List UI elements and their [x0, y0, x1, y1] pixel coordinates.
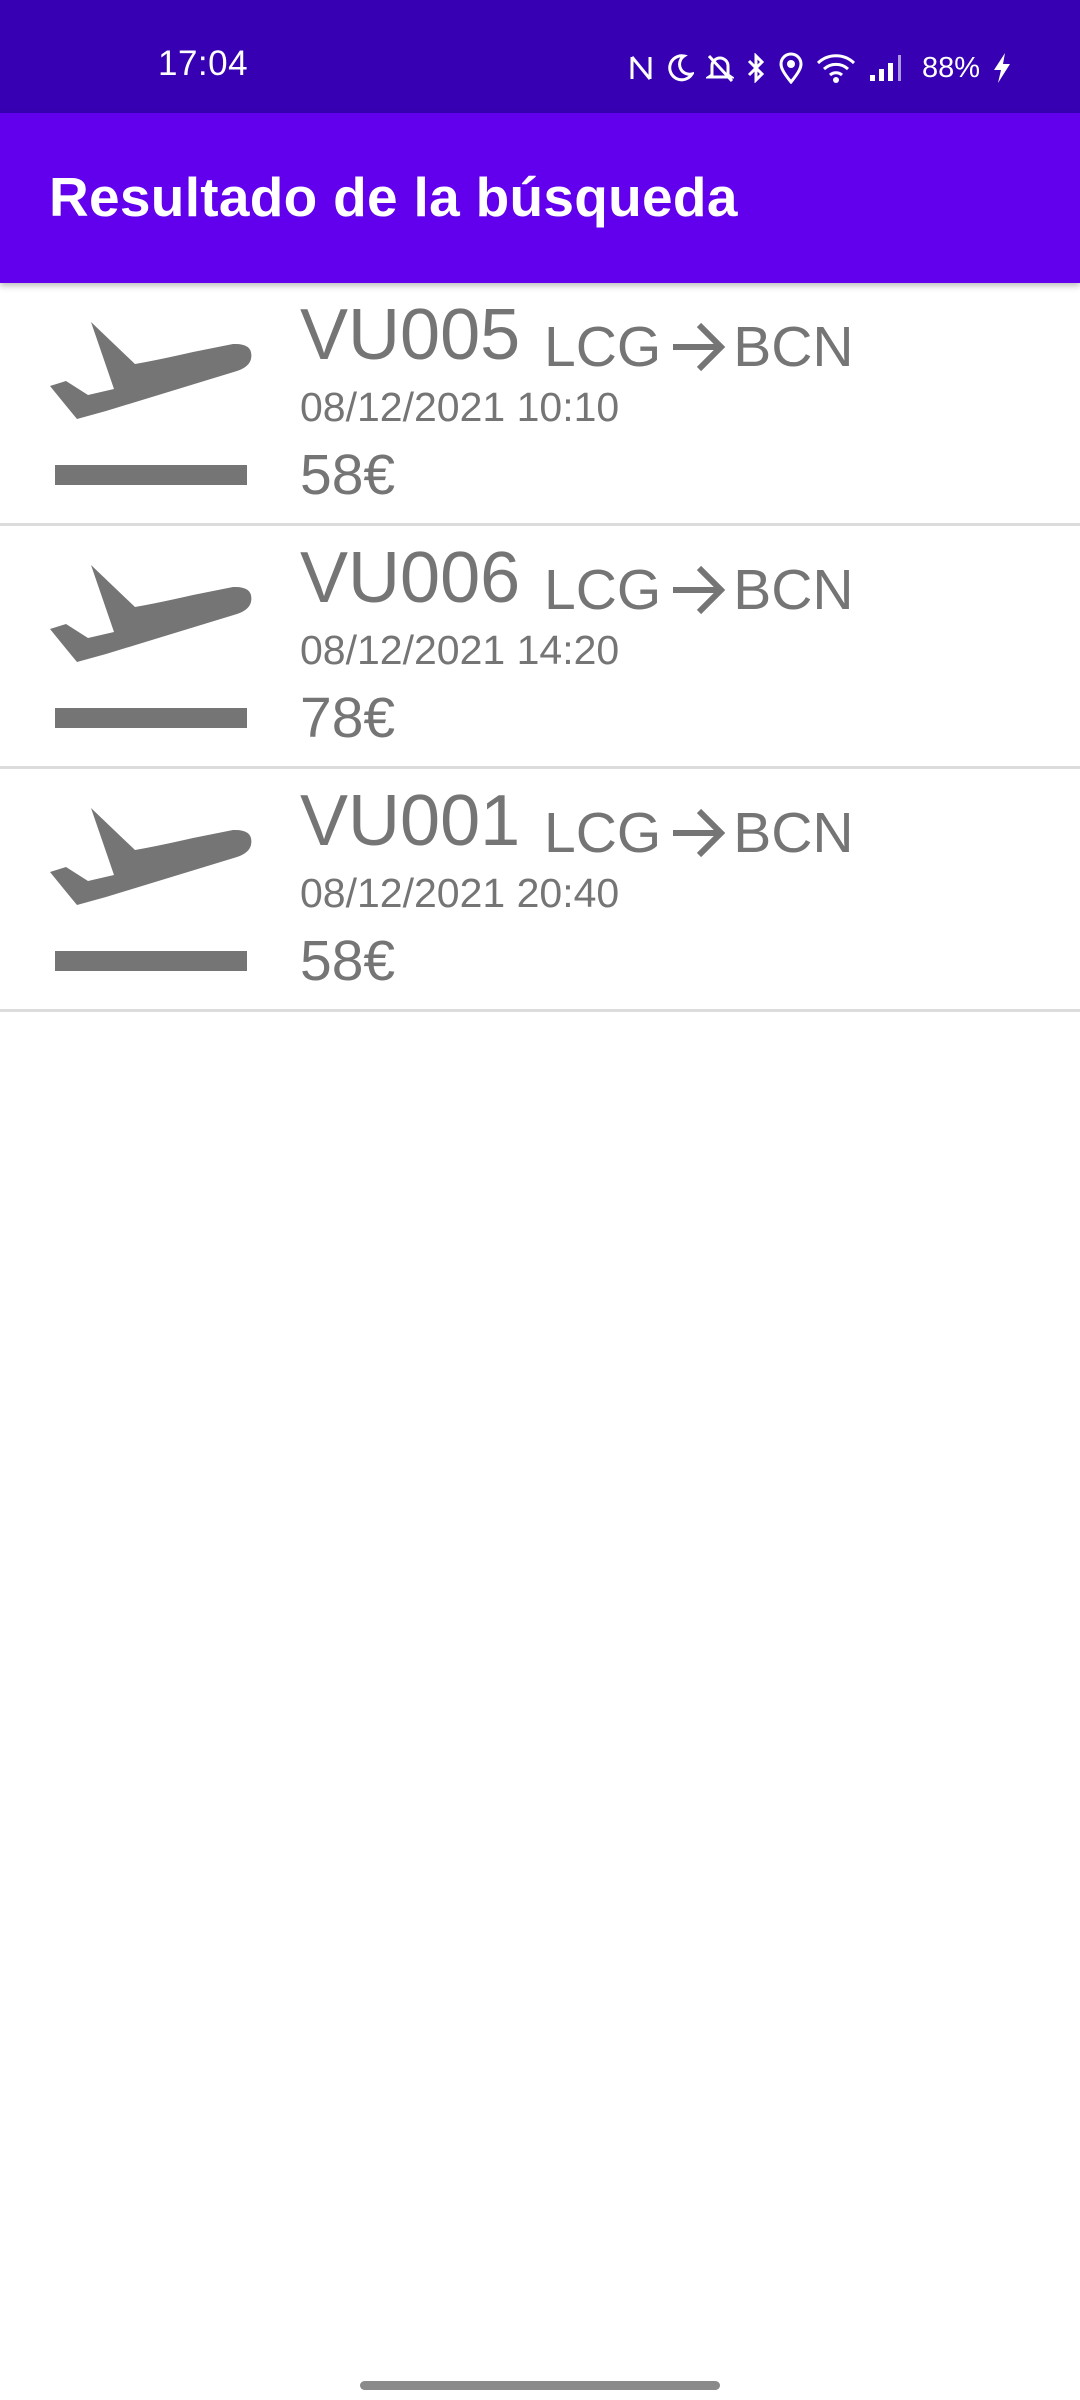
status-icons: 88%	[628, 48, 1012, 88]
moon-icon	[666, 53, 694, 83]
flight-price: 58€	[300, 929, 396, 993]
flight-price: 58€	[300, 443, 396, 507]
flight-takeoff-icon	[42, 311, 262, 501]
arrow-right-icon	[673, 808, 726, 858]
flight-datetime: 08/12/2021 10:10	[300, 384, 620, 430]
status-bar: 17:04 88%	[0, 0, 1080, 113]
battery-level: 88%	[921, 52, 980, 84]
flight-code: VU001	[300, 781, 521, 861]
destination-airport: BCN	[733, 315, 854, 379]
flight-list-item[interactable]: VU006 LCG BCN 08/12/2021 14:20 78€	[0, 526, 1080, 769]
status-time: 17:04	[158, 44, 249, 83]
origin-airport: LCG	[544, 558, 662, 622]
flight-route: LCG BCN	[544, 307, 854, 387]
flight-list-item[interactable]: VU005 LCG BCN 08/12/2021 10:10 58€	[0, 283, 1080, 526]
flight-results-list: VU005 LCG BCN 08/12/2021 10:10 58€ VU006…	[0, 283, 1080, 1012]
flight-route: LCG BCN	[544, 793, 854, 873]
flight-takeoff-icon	[42, 797, 262, 987]
flight-datetime: 08/12/2021 14:20	[300, 627, 620, 673]
arrow-right-icon	[673, 565, 726, 615]
flight-route: LCG BCN	[544, 550, 854, 630]
flight-list-item[interactable]: VU001 LCG BCN 08/12/2021 20:40 58€	[0, 769, 1080, 1012]
wifi-icon	[816, 53, 856, 83]
signal-icon	[868, 53, 906, 83]
location-icon	[778, 52, 804, 84]
flight-code: VU005	[300, 295, 521, 375]
nfc-icon	[628, 53, 654, 83]
origin-airport: LCG	[544, 801, 662, 865]
page-title: Resultado de la búsqueda	[49, 166, 738, 228]
origin-airport: LCG	[544, 315, 662, 379]
charging-icon	[992, 52, 1012, 84]
flight-takeoff-icon	[42, 554, 262, 744]
app-bar: Resultado de la búsqueda	[0, 113, 1080, 283]
destination-airport: BCN	[733, 558, 854, 622]
destination-airport: BCN	[733, 801, 854, 865]
flight-price: 78€	[300, 686, 396, 750]
home-indicator[interactable]	[360, 2381, 720, 2390]
flight-datetime: 08/12/2021 20:40	[300, 870, 620, 916]
bell-off-icon	[705, 53, 734, 83]
bluetooth-icon	[746, 53, 766, 83]
arrow-right-icon	[673, 322, 726, 372]
flight-code: VU006	[300, 538, 521, 618]
